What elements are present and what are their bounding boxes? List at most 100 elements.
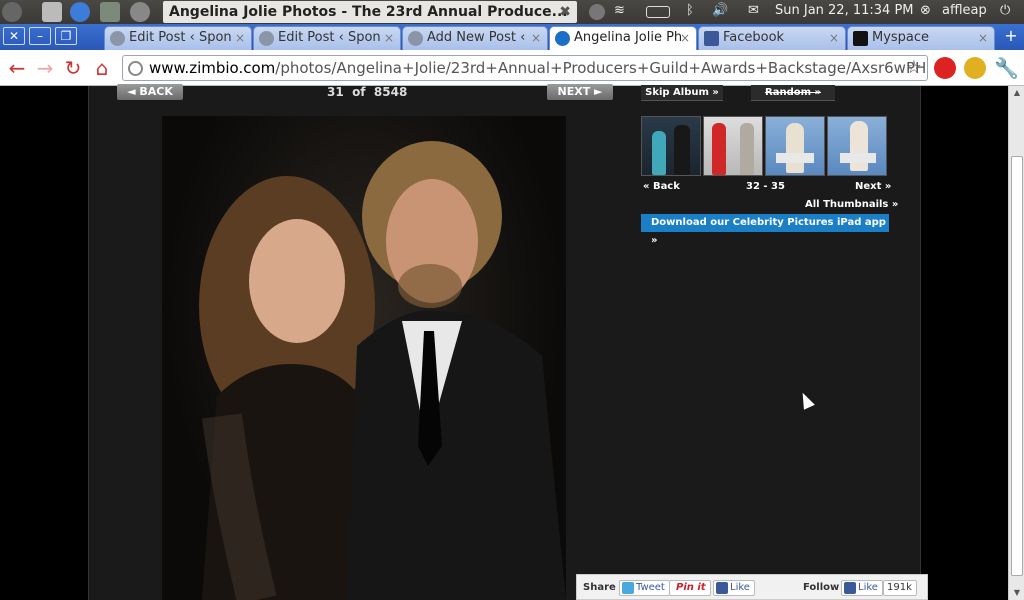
volume-icon[interactable]: 🔊 bbox=[712, 3, 728, 18]
gallery-container: ◄ BACK 31 of 8548 NEXT ► Skip Album » Ra… bbox=[88, 84, 921, 600]
tab-facebook[interactable]: Facebook × bbox=[698, 26, 846, 50]
follow-label: Follow bbox=[803, 582, 840, 593]
tab-add-new-post[interactable]: Add New Post ‹ × bbox=[402, 26, 548, 50]
tab-edit-post-1[interactable]: Edit Post ‹ Spon × bbox=[104, 26, 252, 50]
close-window-icon[interactable]: ✖ bbox=[559, 1, 571, 23]
twitter-icon bbox=[622, 582, 634, 594]
window-title[interactable]: Angelina Jolie Photos - The 23rd Annual … bbox=[163, 1, 577, 23]
skip-album-button[interactable]: Skip Album » bbox=[641, 85, 723, 101]
facebook-like-button[interactable]: Like bbox=[713, 580, 755, 596]
page-scrollbar[interactable]: ▲ ▼ bbox=[1008, 86, 1024, 600]
url-host: www.zimbio.com bbox=[149, 59, 276, 77]
browser-toolbar: ← → ↻ ⌂ www.zimbio.com/photos/Angelina+J… bbox=[0, 50, 1024, 86]
current-index: 31 bbox=[327, 85, 344, 99]
scroll-down-arrow-icon[interactable]: ▼ bbox=[1009, 586, 1024, 600]
maximize-icon[interactable]: ❐ bbox=[55, 27, 77, 45]
next-button[interactable]: NEXT ► bbox=[547, 84, 613, 100]
follow-like-button[interactable]: Like bbox=[841, 580, 883, 596]
tab-close-icon[interactable]: × bbox=[829, 27, 839, 49]
status-icon[interactable] bbox=[589, 4, 605, 20]
total-count: 8548 bbox=[373, 85, 408, 99]
tab-close-icon[interactable]: × bbox=[384, 27, 394, 49]
share-label: Share bbox=[583, 582, 616, 593]
extension-icon[interactable] bbox=[964, 57, 986, 79]
couple-photo-illustration bbox=[199, 141, 566, 600]
thumbnail-34[interactable] bbox=[765, 116, 825, 176]
globe-icon bbox=[128, 61, 143, 76]
main-photo[interactable] bbox=[162, 116, 566, 600]
back-button[interactable]: ◄ BACK bbox=[117, 84, 183, 100]
user-name[interactable]: affleap bbox=[942, 3, 987, 18]
tab-label: Myspace bbox=[872, 30, 930, 45]
tab-label: Edit Post ‹ Spon bbox=[129, 30, 232, 45]
myspace-icon bbox=[853, 31, 868, 46]
tab-close-icon[interactable]: × bbox=[680, 27, 690, 49]
power-icon[interactable]: ⏻ bbox=[1000, 3, 1010, 18]
tab-label: Add New Post ‹ bbox=[427, 30, 526, 45]
all-thumbnails-link[interactable]: All Thumbnails » bbox=[805, 199, 898, 210]
mail-icon[interactable]: ✉ bbox=[748, 3, 759, 18]
thumbnail-33[interactable] bbox=[703, 116, 763, 176]
tab-label: Angelina Jolie Ph bbox=[574, 30, 683, 45]
wrench-icon[interactable]: 🔧 bbox=[994, 56, 1019, 80]
globe-icon[interactable] bbox=[130, 2, 150, 22]
scroll-up-arrow-icon[interactable]: ▲ bbox=[1009, 86, 1024, 100]
tab-myspace[interactable]: Myspace × bbox=[847, 26, 995, 50]
wifi-icon[interactable]: ≋ bbox=[614, 3, 625, 18]
scrollbar-thumb[interactable] bbox=[1011, 156, 1023, 576]
user-icon[interactable]: ⊗ bbox=[920, 3, 931, 18]
text-editor-icon[interactable] bbox=[42, 2, 62, 22]
facebook-icon bbox=[844, 582, 856, 594]
thumbs-back-link[interactable]: « Back bbox=[643, 181, 680, 192]
settings-icon[interactable] bbox=[100, 2, 120, 22]
tweet-label: Tweet bbox=[636, 582, 665, 593]
ubuntu-logo-icon[interactable] bbox=[2, 2, 22, 22]
url-path: /photos/Angelina+Jolie/23rd+Annual+Produ… bbox=[275, 59, 928, 77]
address-bar[interactable]: www.zimbio.com/photos/Angelina+Jolie/23r… bbox=[122, 55, 928, 81]
facebook-icon bbox=[716, 582, 728, 594]
tab-edit-post-2[interactable]: Edit Post ‹ Spon × bbox=[253, 26, 401, 50]
close-icon[interactable]: ✕ bbox=[3, 27, 25, 45]
wordpress-icon bbox=[408, 31, 423, 46]
bluetooth-icon[interactable]: ᛒ bbox=[686, 3, 694, 18]
tweet-button[interactable]: Tweet bbox=[619, 580, 670, 596]
thumbnail-35[interactable] bbox=[827, 116, 887, 176]
chrome-icon[interactable] bbox=[70, 2, 90, 22]
minimize-icon[interactable]: – bbox=[29, 27, 51, 45]
facebook-icon bbox=[704, 31, 719, 46]
like-label: Like bbox=[730, 582, 750, 593]
share-bar: Share Tweet Pin it Like Follow Like 191k bbox=[576, 574, 928, 600]
random-button[interactable]: Random » bbox=[751, 85, 835, 101]
clock[interactable]: Sun Jan 22, 11:34 PM bbox=[775, 3, 914, 18]
tab-label: Edit Post ‹ Spon bbox=[278, 30, 381, 45]
home-icon[interactable]: ⌂ bbox=[90, 56, 114, 80]
tab-strip: ✕ – ❐ Edit Post ‹ Spon × Edit Post ‹ Spo… bbox=[0, 24, 1024, 50]
photo-counter: 31 of 8548 bbox=[327, 85, 407, 99]
wordpress-icon bbox=[110, 31, 125, 46]
thumbs-next-link[interactable]: Next » bbox=[855, 181, 891, 192]
tab-close-icon[interactable]: × bbox=[531, 27, 541, 49]
tab-close-icon[interactable]: × bbox=[978, 27, 988, 49]
zimbio-icon bbox=[555, 31, 570, 46]
pinit-button[interactable]: Pin it bbox=[669, 580, 711, 596]
window-title-text: Angelina Jolie Photos - The 23rd Annual … bbox=[169, 4, 568, 20]
thumbs-range: 32 - 35 bbox=[746, 181, 785, 192]
reload-icon[interactable]: ↻ bbox=[61, 56, 85, 80]
forward-arrow-icon[interactable]: → bbox=[33, 56, 57, 80]
tab-angelina-jolie[interactable]: Angelina Jolie Ph × bbox=[549, 26, 697, 50]
system-panel: Angelina Jolie Photos - The 23rd Annual … bbox=[0, 0, 1024, 24]
new-tab-button[interactable]: + bbox=[1000, 28, 1022, 46]
battery-icon[interactable] bbox=[646, 6, 670, 18]
web-page: ◄ BACK 31 of 8548 NEXT ► Skip Album » Ra… bbox=[0, 84, 1008, 600]
back-arrow-icon[interactable]: ← bbox=[5, 56, 29, 80]
counter-of: of bbox=[352, 85, 366, 99]
thumbnail-32[interactable] bbox=[641, 116, 701, 176]
download-ipad-app-button[interactable]: Download our Celebrity Pictures iPad app… bbox=[641, 214, 889, 246]
adblock-icon[interactable] bbox=[934, 57, 956, 79]
follow-count: 191k bbox=[883, 580, 917, 596]
pinit-label: Pin it bbox=[676, 582, 706, 593]
wordpress-icon bbox=[259, 31, 274, 46]
tab-close-icon[interactable]: × bbox=[235, 27, 245, 49]
tab-label: Facebook bbox=[723, 30, 785, 45]
bookmark-star-icon[interactable]: ☆ bbox=[902, 56, 926, 80]
